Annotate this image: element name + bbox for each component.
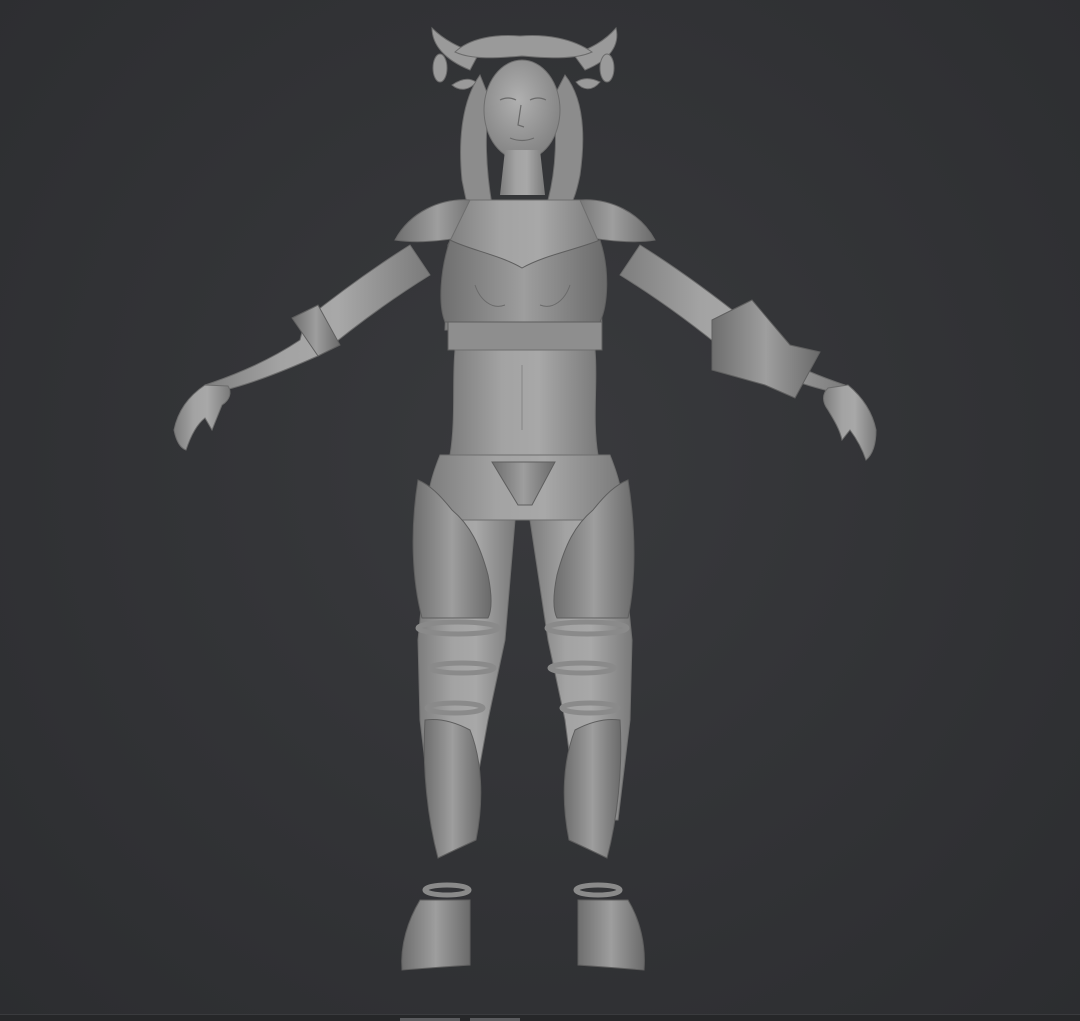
right-shin-guard: [563, 719, 622, 859]
left-shin-guard: [423, 719, 482, 859]
left-hand: [173, 384, 231, 451]
right-foot: [577, 899, 645, 971]
right-hand: [823, 384, 877, 461]
viewport-footer: [0, 1014, 1080, 1021]
3d-viewport[interactable]: [0, 0, 1080, 1021]
character-model[interactable]: [0, 0, 1080, 1021]
head: [483, 59, 561, 161]
midriff: [449, 349, 599, 456]
left-foot: [401, 899, 471, 971]
